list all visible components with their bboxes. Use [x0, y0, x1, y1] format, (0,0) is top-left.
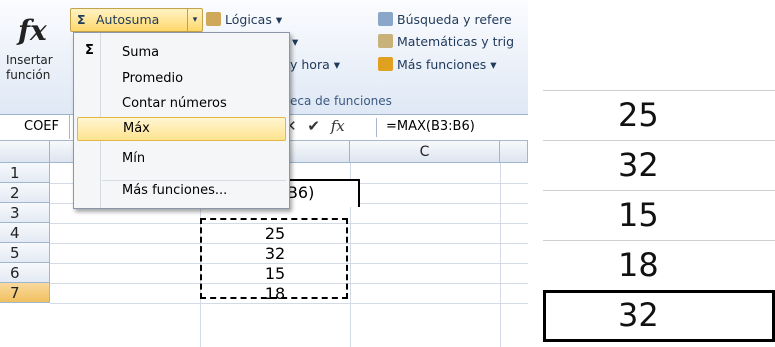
menu-item-max-highlighted[interactable]: Máx	[77, 117, 286, 141]
row-header-selected[interactable]: 7	[0, 283, 50, 303]
autosum-menu: Σ Suma Promedio Contar números Máx Mín M…	[73, 32, 290, 209]
column-header-c[interactable]: C	[350, 141, 500, 163]
sigma-icon: Σ	[77, 12, 86, 27]
name-box[interactable]: COEF	[0, 115, 70, 139]
sum-icon: Σ	[85, 43, 94, 58]
autosum-dropdown-arrow[interactable]: ▾	[187, 9, 202, 31]
function-library-group-label: eca de funciones	[290, 94, 392, 108]
lookup-label: Búsqueda y refere	[397, 12, 512, 27]
row-header[interactable]: 1	[0, 163, 50, 183]
formula-bar-icons[interactable]: ✕ ✔ fx	[284, 117, 345, 135]
menu-item-suma[interactable]: Suma	[122, 45, 159, 60]
zoom-grid-line	[543, 240, 775, 241]
more-functions-icon	[378, 57, 393, 71]
date-time-button[interactable]: y hora ▾	[290, 57, 340, 72]
formula-input[interactable]: =MAX(B3:B6)	[386, 119, 475, 134]
logical-button[interactable]: Lógicas ▾	[206, 12, 282, 27]
autosum-button[interactable]: Σ Autosuma ▾	[70, 8, 203, 32]
formula-bar-divider	[376, 118, 377, 137]
menu-item-mas-funciones[interactable]: Más funciones...	[122, 183, 227, 198]
menu-item-promedio[interactable]: Promedio	[122, 71, 183, 86]
grid-line	[500, 163, 501, 347]
insert-function-label[interactable]: Insertar función	[6, 53, 68, 83]
logical-label: Lógicas ▾	[225, 12, 283, 27]
math-icon	[378, 34, 393, 48]
menu-separator	[102, 180, 286, 181]
math-trig-button[interactable]: Matemáticas y trig	[378, 34, 514, 49]
zoomed-column-view: 25 32 15 18 32	[543, 90, 775, 347]
row-header[interactable]: 5	[0, 243, 50, 263]
row-header[interactable]: 4	[0, 223, 50, 243]
more-functions-button[interactable]: Más funciones ▾	[378, 57, 497, 72]
zoom-cell-value: 25	[618, 96, 659, 134]
lookup-icon	[378, 12, 393, 26]
autosum-label: Autosuma	[96, 12, 160, 27]
insert-fx-icon[interactable]: fx	[331, 117, 345, 135]
zoom-cell-value: 15	[618, 196, 659, 234]
math-label: Matemáticas y trig	[397, 34, 515, 49]
zoom-grid-line	[543, 190, 775, 191]
row-header[interactable]: 6	[0, 263, 50, 283]
enter-icon[interactable]: ✔	[307, 117, 320, 135]
range-marquee	[200, 218, 348, 299]
excel-window: fx Insertar función Σ Autosuma ▾ Lógicas…	[0, 0, 528, 347]
row-header[interactable]: 2	[0, 183, 50, 203]
column-header-d[interactable]	[500, 141, 528, 163]
text-dropdown-arrow[interactable]: ▾	[292, 34, 298, 49]
insert-function-icon[interactable]: fx	[18, 14, 47, 47]
select-all-corner[interactable]	[0, 141, 50, 163]
zoom-cell-value: 18	[618, 246, 659, 284]
zoom-selected-cell	[543, 290, 775, 342]
zoom-grid-line	[543, 90, 775, 91]
menu-item-min[interactable]: Mín	[122, 151, 145, 166]
zoom-cell-value: 32	[618, 146, 659, 184]
menu-item-max-label: Máx	[123, 121, 150, 136]
row-header[interactable]: 3	[0, 203, 50, 223]
zoom-result-value: 32	[618, 296, 659, 334]
menu-item-contar-numeros[interactable]: Contar números	[122, 96, 227, 111]
logical-icon	[206, 12, 221, 26]
more-functions-label: Más funciones ▾	[397, 57, 497, 72]
lookup-button[interactable]: Búsqueda y refere	[378, 12, 512, 27]
zoom-grid-line	[543, 140, 775, 141]
